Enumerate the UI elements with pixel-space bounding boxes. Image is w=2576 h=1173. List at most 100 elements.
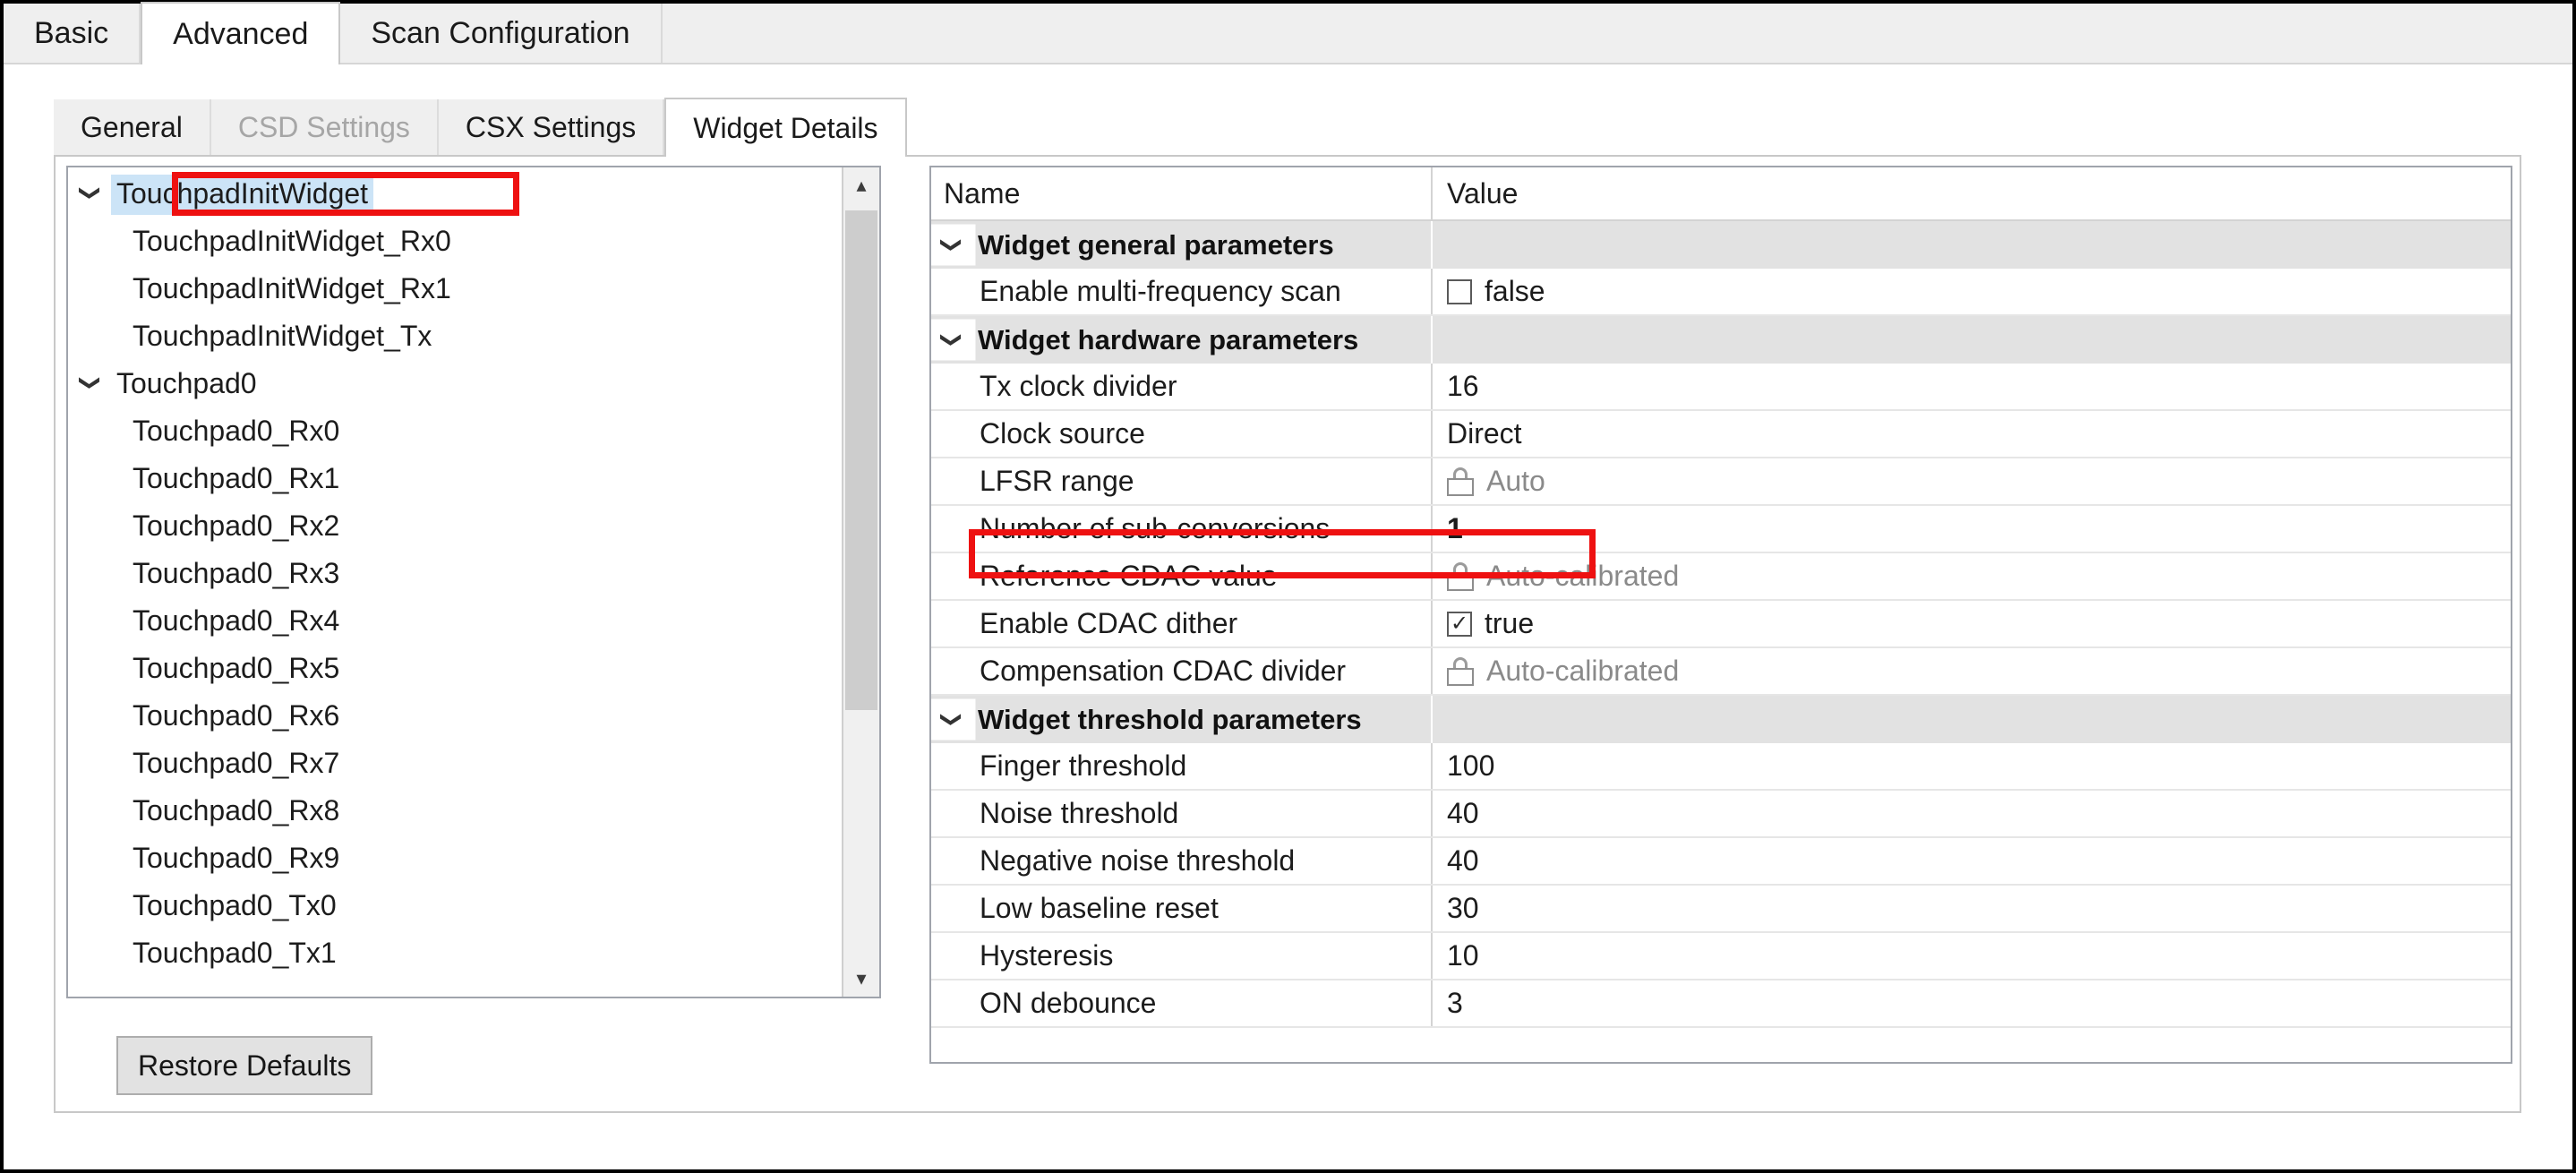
- row-indent: [931, 648, 972, 694]
- outer-tab-bar: Basic Advanced Scan Configuration: [4, 2, 2572, 64]
- param-name: Negative noise threshold: [972, 838, 1433, 884]
- param-row[interactable]: Finger threshold 100: [931, 743, 2511, 791]
- chevron-down-icon[interactable]: ❯: [931, 224, 976, 266]
- column-header-name: Name: [931, 167, 1433, 219]
- param-name: ON debounce: [972, 980, 1433, 1026]
- outer-tab-advanced[interactable]: Advanced: [141, 2, 341, 64]
- param-value[interactable]: Auto-calibrated: [1433, 553, 2511, 599]
- param-value[interactable]: Direct: [1433, 411, 2511, 457]
- tree-item-touchpad0_rx8[interactable]: Touchpad0_Rx8: [68, 788, 842, 835]
- lock-icon: [1447, 656, 1474, 686]
- row-indent: [931, 411, 972, 457]
- param-value[interactable]: ✓ true: [1433, 601, 2511, 646]
- row-indent: [931, 269, 972, 314]
- param-value-text: 40: [1447, 844, 1479, 877]
- param-row[interactable]: ON debounce 3: [931, 980, 2511, 1028]
- scroll-down-icon[interactable]: ▾: [843, 961, 879, 997]
- tree-item-touchpad0_tx0[interactable]: Touchpad0_Tx0: [68, 883, 842, 930]
- param-row[interactable]: Tx clock divider 16: [931, 364, 2511, 411]
- param-row[interactable]: Enable CDAC dither ✓ true: [931, 601, 2511, 648]
- group-label: Widget hardware parameters: [978, 323, 1359, 355]
- tree-item-touchpadinitwidget_tx[interactable]: TouchpadInitWidget_Tx: [68, 313, 842, 361]
- param-value[interactable]: 40: [1433, 791, 2511, 836]
- tree-item-touchpad0_rx0[interactable]: Touchpad0_Rx0: [68, 408, 842, 456]
- widget-tree-list[interactable]: ❯ TouchpadInitWidget TouchpadInitWidget_Rx…: [68, 167, 842, 997]
- param-value-text: 30: [1447, 892, 1479, 924]
- inner-tab-widget-details[interactable]: Widget Details: [664, 98, 907, 157]
- param-name: Enable multi-frequency scan: [972, 269, 1433, 314]
- group-row-widget-general-parameters[interactable]: ❯ Widget general parameters: [931, 221, 2511, 269]
- scroll-up-icon[interactable]: ▴: [843, 167, 879, 203]
- outer-tab-scan-configuration[interactable]: Scan Configuration: [340, 4, 663, 63]
- tree-item-touchpad0_rx7[interactable]: Touchpad0_Rx7: [68, 741, 842, 788]
- param-value-text: Auto: [1486, 465, 1545, 497]
- tree-item-label: Touchpad0_Rx0: [133, 415, 340, 447]
- param-row[interactable]: Low baseline reset 30: [931, 886, 2511, 933]
- param-value[interactable]: Auto-calibrated: [1433, 648, 2511, 694]
- param-name: Clock source: [972, 411, 1433, 457]
- tree-item-touchpadinitwidget_rx1[interactable]: TouchpadInitWidget_Rx1: [68, 266, 842, 313]
- checkbox-checked-icon[interactable]: ✓: [1447, 611, 1472, 637]
- inner-tab-csd-settings: CSD Settings: [210, 99, 439, 155]
- tree-item-label: Touchpad0: [116, 367, 257, 399]
- tree-item-label: TouchpadInitWidget: [111, 175, 374, 215]
- group-row-widget-threshold-parameters[interactable]: ❯ Widget threshold parameters: [931, 696, 2511, 743]
- param-name: Reference CDAC value: [972, 553, 1433, 599]
- param-value[interactable]: false: [1433, 269, 2511, 314]
- row-indent: [931, 601, 972, 646]
- chevron-down-icon[interactable]: ❯: [931, 319, 976, 361]
- scrollbar-thumb[interactable]: [845, 210, 877, 711]
- checkbox-unchecked-icon[interactable]: [1447, 278, 1472, 304]
- tree-item-touchpad0_rx1[interactable]: Touchpad0_Rx1: [68, 456, 842, 503]
- widget-tree: ❯ TouchpadInitWidget TouchpadInitWidget_Rx…: [66, 166, 881, 998]
- param-value[interactable]: 40: [1433, 838, 2511, 884]
- scrollbar-track[interactable]: [843, 203, 879, 961]
- tree-item-label: Touchpad0_Rx9: [133, 842, 340, 874]
- tree-item-touchpad0_rx3[interactable]: Touchpad0_Rx3: [68, 551, 842, 598]
- row-indent: [931, 458, 972, 504]
- tree-item-touchpad0_tx1[interactable]: Touchpad0_Tx1: [68, 930, 842, 978]
- chevron-down-icon[interactable]: ❯: [80, 363, 103, 404]
- chevron-down-icon[interactable]: ❯: [931, 698, 976, 741]
- param-row[interactable]: Hysteresis 10: [931, 933, 2511, 980]
- param-row[interactable]: LFSR range Auto: [931, 458, 2511, 506]
- tree-item-label: Touchpad0_Rx7: [133, 747, 340, 779]
- param-row[interactable]: Reference CDAC value Auto-calibrated: [931, 553, 2511, 601]
- param-value[interactable]: 3: [1433, 980, 2511, 1026]
- param-value[interactable]: 30: [1433, 886, 2511, 931]
- outer-tab-basic[interactable]: Basic: [4, 4, 141, 63]
- tree-item-touchpad0_rx4[interactable]: Touchpad0_Rx4: [68, 598, 842, 646]
- tree-item-touchpad0_rx5[interactable]: Touchpad0_Rx5: [68, 646, 842, 693]
- param-value[interactable]: 16: [1433, 364, 2511, 409]
- tree-scrollbar[interactable]: ▴ ▾: [842, 167, 879, 997]
- tree-item-touchpad0_rx2[interactable]: Touchpad0_Rx2: [68, 503, 842, 551]
- param-row[interactable]: Negative noise threshold 40: [931, 838, 2511, 886]
- param-row[interactable]: Compensation CDAC divider Auto-calibrated: [931, 648, 2511, 696]
- row-indent: [931, 980, 972, 1026]
- param-value-text: true: [1485, 607, 1535, 639]
- param-row[interactable]: Number of sub-conversions 1: [931, 506, 2511, 553]
- param-value-text: Auto-calibrated: [1486, 560, 1680, 592]
- param-value[interactable]: 10: [1433, 933, 2511, 979]
- tree-item-touchpad0_rx6[interactable]: Touchpad0_Rx6: [68, 693, 842, 741]
- tree-item-label: Touchpad0_Rx1: [133, 462, 340, 494]
- param-value[interactable]: 1: [1433, 506, 2511, 552]
- param-value[interactable]: Auto: [1433, 458, 2511, 504]
- chevron-down-icon[interactable]: ❯: [80, 173, 103, 214]
- param-row[interactable]: Noise threshold 40: [931, 791, 2511, 838]
- tree-item-touchpad0[interactable]: ❯ Touchpad0: [68, 361, 842, 408]
- restore-defaults-button[interactable]: Restore Defaults: [116, 1036, 373, 1095]
- param-row[interactable]: Clock source Direct: [931, 411, 2511, 458]
- inner-tab-csx-settings[interactable]: CSX Settings: [438, 99, 665, 155]
- row-indent: [931, 838, 972, 884]
- param-value-text: 16: [1447, 370, 1479, 402]
- group-row-widget-hardware-parameters[interactable]: ❯ Widget hardware parameters: [931, 316, 2511, 364]
- inner-tab-general[interactable]: General: [54, 99, 211, 155]
- param-row[interactable]: Enable multi-frequency scan false: [931, 269, 2511, 316]
- tree-item-label: Touchpad0_Rx5: [133, 652, 340, 684]
- tree-item-touchpad0_rx9[interactable]: Touchpad0_Rx9: [68, 835, 842, 883]
- tree-item-touchpadinitwidget[interactable]: ❯ TouchpadInitWidget: [68, 171, 842, 218]
- param-value[interactable]: 100: [1433, 743, 2511, 789]
- table-body: ❯ Widget general parameters Enable multi-f…: [931, 221, 2511, 1028]
- tree-item-touchpadinitwidget_rx0[interactable]: TouchpadInitWidget_Rx0: [68, 218, 842, 266]
